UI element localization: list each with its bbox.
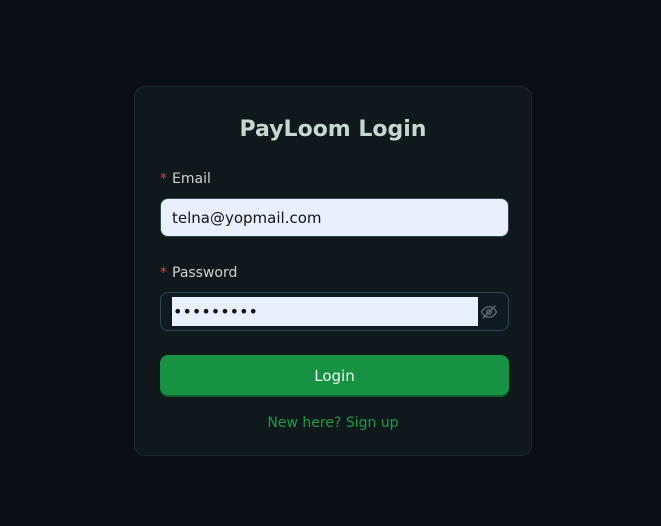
password-field-wrapper xyxy=(160,292,509,331)
email-field[interactable] xyxy=(160,198,509,237)
password-required-mark: * xyxy=(160,265,167,281)
password-label-text: Password xyxy=(172,265,238,281)
email-required-mark: * xyxy=(160,171,167,187)
eye-off-icon[interactable] xyxy=(480,303,498,321)
email-label: * Email xyxy=(160,170,211,188)
password-label: * Password xyxy=(160,264,237,282)
login-button[interactable]: Login xyxy=(160,355,509,395)
password-field[interactable] xyxy=(172,297,478,326)
email-label-text: Email xyxy=(172,171,211,187)
login-title: PayLoom Login xyxy=(239,117,427,142)
signup-link[interactable]: New here? Sign up xyxy=(135,414,531,432)
login-card: PayLoom Login * Email * Password Login New… xyxy=(134,86,532,456)
